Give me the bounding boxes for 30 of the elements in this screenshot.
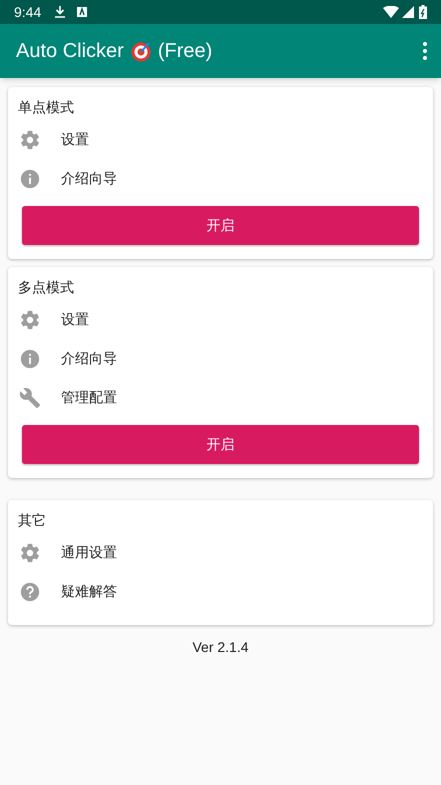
wrench-icon: [19, 386, 41, 408]
menu-item[interactable]: 设置: [18, 120, 419, 159]
menu-item[interactable]: 介绍向导: [18, 159, 419, 198]
menu-item[interactable]: 介绍向导: [18, 339, 419, 378]
menu-item[interactable]: 设置: [18, 300, 419, 339]
keyboard-icon: [77, 7, 88, 17]
app-title-suffix: (Free): [158, 39, 212, 64]
more-options-icon[interactable]: [423, 42, 427, 60]
wifi-icon: [383, 6, 399, 18]
menu-item[interactable]: 管理配置: [18, 378, 419, 417]
battery-icon: [419, 5, 427, 19]
start-button[interactable]: 开启: [22, 425, 419, 464]
gear-icon: [19, 542, 41, 564]
signal-icon: [402, 6, 414, 18]
menu-item[interactable]: 疑难解答: [18, 572, 419, 611]
menu-item[interactable]: 通用设置: [18, 533, 419, 572]
info-icon: [19, 348, 41, 370]
section-title: 其它: [18, 512, 46, 528]
gear-icon: [19, 128, 41, 150]
question-icon: [19, 580, 41, 602]
target-icon: [130, 40, 152, 62]
download-icon: [55, 6, 66, 18]
section-title: 多点模式: [18, 279, 74, 295]
app-title: Auto Clicker: [16, 39, 124, 64]
version-label: Ver 2.1.4: [192, 638, 249, 657]
info-icon: [19, 168, 41, 190]
gear-icon: [19, 308, 41, 330]
section-title: 单点模式: [18, 99, 74, 115]
clock: 9:44: [14, 2, 42, 22]
start-button[interactable]: 开启: [22, 206, 419, 245]
